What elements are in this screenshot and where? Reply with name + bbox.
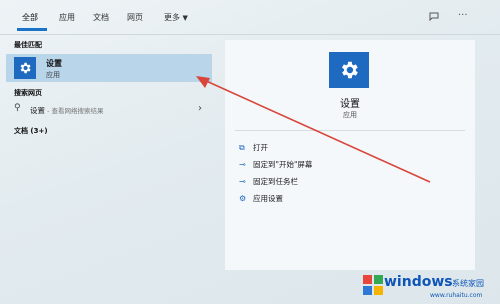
watermark-cn: 系统家园 [452,279,484,288]
start-search-window: 全部 应用 文档 网页 更多 ▼ ··· 最佳匹配 设置 应用 搜索网页 ⚲ 设… [0,0,500,304]
annotation-arrow [196,76,431,183]
windows-logo-icon [363,275,383,295]
watermark-url: www.ruhaitu.com [430,292,483,299]
watermark-brand: windows [384,274,453,290]
watermark: windows 系统家园 www.ruhaitu.com [360,270,500,304]
